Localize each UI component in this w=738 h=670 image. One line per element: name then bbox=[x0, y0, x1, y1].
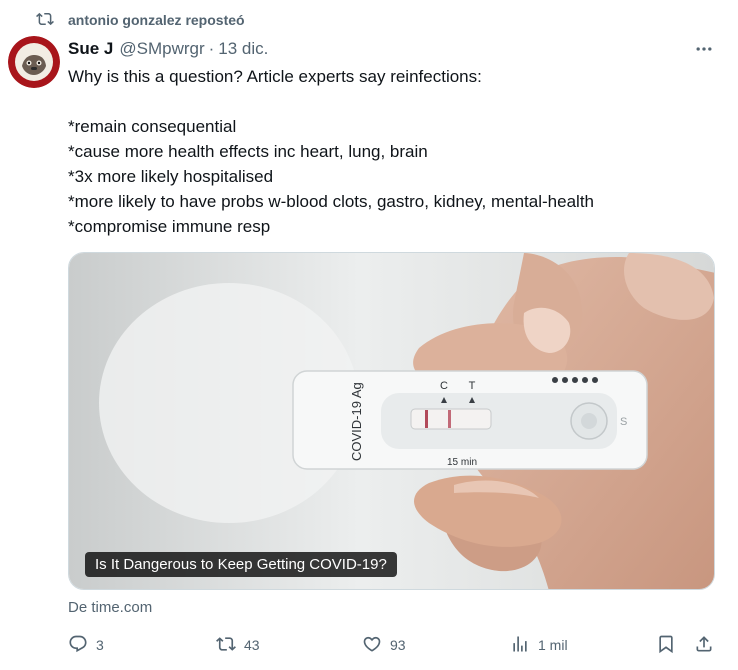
tweet-time[interactable]: 13 dic. bbox=[218, 39, 268, 59]
heart-icon bbox=[362, 634, 382, 657]
sample-mark: S bbox=[620, 416, 627, 428]
repost-user-text[interactable]: antonio gonzalez reposteó bbox=[68, 12, 245, 28]
like-button[interactable]: 93 bbox=[362, 632, 406, 658]
views-count: 1 mil bbox=[538, 637, 568, 653]
tweet-line: Why is this a question? Article experts … bbox=[68, 67, 482, 86]
author-handle[interactable]: @SMpwrgr bbox=[119, 39, 204, 59]
avatar[interactable] bbox=[8, 36, 60, 88]
analytics-icon bbox=[510, 634, 530, 657]
tweet-line: *more likely to have probs w-blood clots… bbox=[68, 192, 594, 211]
reply-count: 3 bbox=[96, 637, 104, 653]
reply-button[interactable]: 3 bbox=[68, 632, 104, 658]
tweet-line bbox=[68, 89, 728, 114]
test-cassette: COVID-19 Ag C T 15 min S bbox=[292, 370, 648, 470]
repost-icon bbox=[36, 10, 54, 31]
tweet-line: *cause more health effects inc heart, lu… bbox=[68, 142, 428, 161]
test-mark: T bbox=[469, 380, 476, 392]
link-card[interactable]: COVID-19 Ag C T 15 min S Is It Dangerous… bbox=[68, 252, 715, 590]
retweet-icon bbox=[216, 634, 236, 657]
share-button[interactable] bbox=[694, 632, 714, 658]
tweet-line: *remain consequential bbox=[68, 117, 237, 136]
tweet-line: *compromise immune resp bbox=[68, 217, 271, 236]
tweet-line: *3x more likely hospitalised bbox=[68, 167, 274, 186]
share-icon bbox=[694, 634, 714, 657]
tweet-header: Sue J @SMpwrgr · 13 dic. bbox=[68, 38, 718, 60]
like-count: 93 bbox=[390, 637, 406, 653]
card-source[interactable]: De time.com bbox=[68, 599, 152, 616]
views-button[interactable]: 1 mil bbox=[510, 632, 568, 658]
reply-icon bbox=[68, 634, 88, 657]
more-options-icon[interactable] bbox=[690, 39, 718, 59]
bookmark-icon bbox=[656, 634, 676, 657]
repost-button[interactable]: 43 bbox=[216, 632, 260, 658]
test-label: COVID-19 Ag bbox=[349, 382, 364, 461]
tweet-text: Why is this a question? Article experts … bbox=[68, 64, 728, 239]
control-mark: C bbox=[440, 380, 448, 392]
author-name[interactable]: Sue J bbox=[68, 39, 113, 59]
card-title[interactable]: Is It Dangerous to Keep Getting COVID-19… bbox=[85, 552, 397, 577]
repost-count: 43 bbox=[244, 637, 260, 653]
separator: · bbox=[208, 39, 215, 58]
timer-label: 15 min bbox=[447, 457, 477, 468]
bookmark-button[interactable] bbox=[656, 632, 676, 658]
repost-indicator[interactable]: antonio gonzalez reposteó bbox=[36, 10, 245, 30]
tweet-actions: 3 43 93 1 mil bbox=[68, 632, 718, 658]
card-image: COVID-19 Ag C T 15 min S bbox=[69, 253, 714, 589]
